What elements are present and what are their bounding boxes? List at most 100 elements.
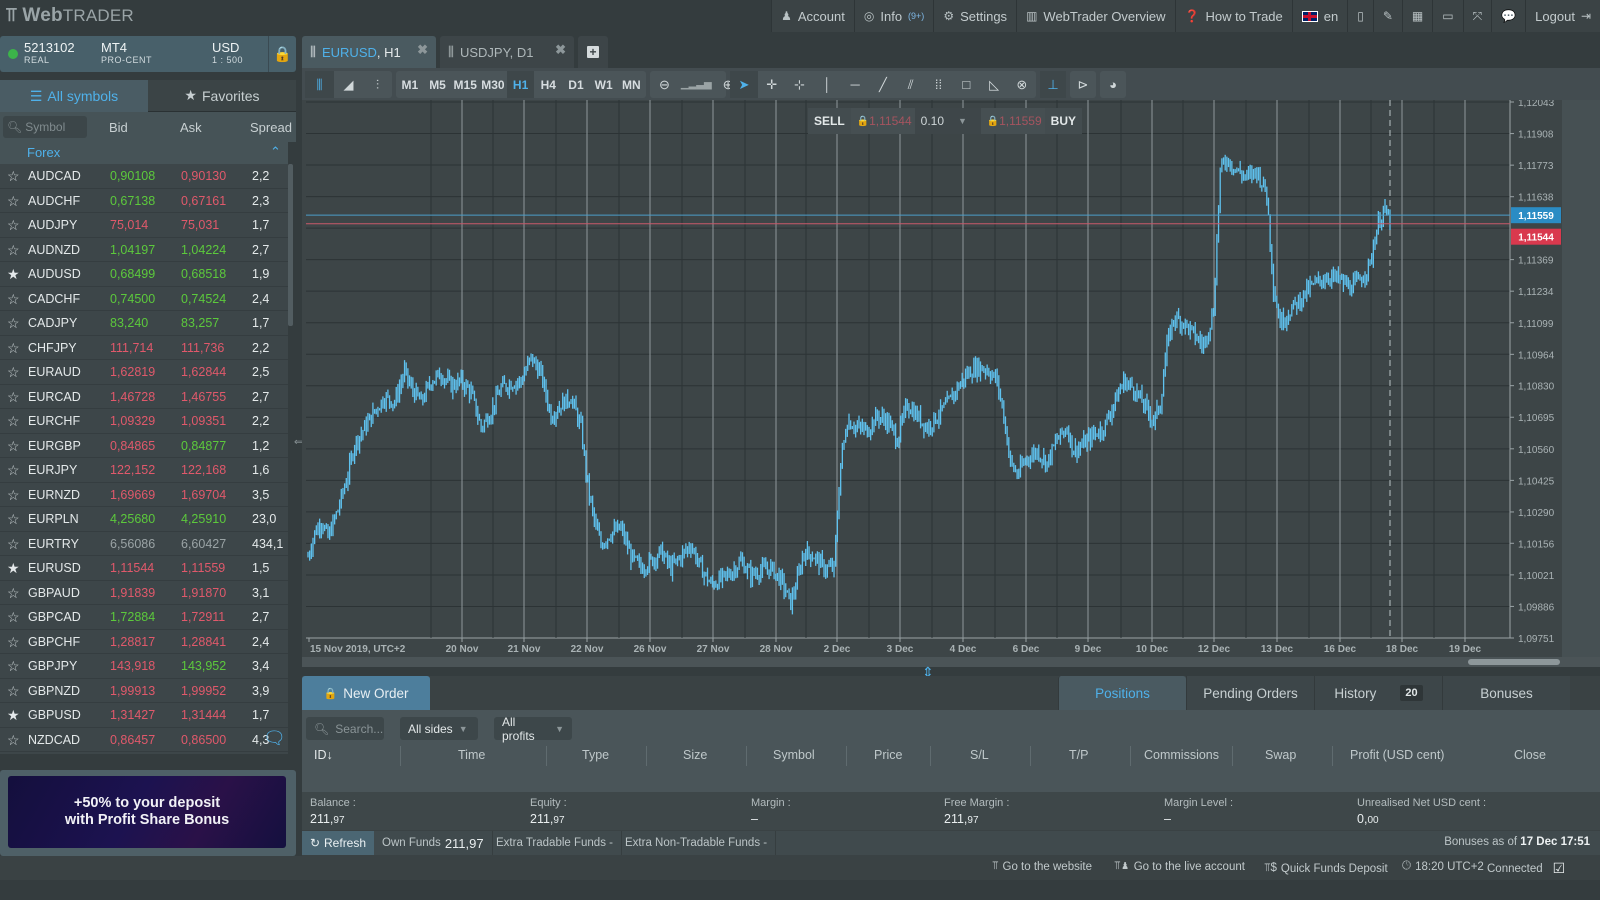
profits-filter-select[interactable]: All profits ▼ <box>494 715 572 743</box>
symbol-row[interactable]: ☆ EURJPY 122,152 122,168 1,6 <box>0 458 288 483</box>
symbol-row[interactable]: ☆ AUDCHF 0,67138 0,67161 2,3 <box>0 189 288 213</box>
symbol-row[interactable]: ☆ EURCHF 1,09329 1,09351 2,2 <box>0 409 288 434</box>
column-id[interactable]: ID↓ <box>314 748 333 766</box>
tab-history[interactable]: History 20 <box>1314 676 1442 710</box>
delete-drawings-icon[interactable]: ⊗ <box>1008 71 1036 98</box>
star-outline-icon[interactable]: ☆ <box>7 340 20 357</box>
indicators-icon[interactable]: ◕ <box>1100 71 1126 98</box>
menu-chat[interactable]: 💬 <box>1491 0 1525 32</box>
go-to-live-account-link[interactable]: ⫪♟ Go to the live account <box>1114 860 1245 873</box>
symbol-list-scrollbar[interactable] <box>288 164 293 326</box>
triangle-icon[interactable]: ◺ <box>980 71 1008 98</box>
symbol-row[interactable]: ☆ EURGBP 0,84865 0,84877 1,2 <box>0 434 288 458</box>
symbol-row[interactable]: ☆ AUDCAD 0,90108 0,90130 2,2 <box>0 164 288 189</box>
column-commissions[interactable]: Commissions <box>1144 748 1219 766</box>
chat-bubbles-icon[interactable]: 🗨 <box>263 728 286 749</box>
symbol-row[interactable]: ☆ CADCHF 0,74500 0,74524 2,4 <box>0 287 288 311</box>
tab-bonuses[interactable]: Bonuses <box>1442 676 1570 710</box>
symbol-row[interactable]: ☆ GBPJPY 143,918 143,952 3,4 <box>0 654 288 679</box>
quick-funds-deposit-link[interactable]: ⫪$ Quick Funds Deposit <box>1264 862 1388 875</box>
chart-tab-usdjpy[interactable]: ⫼ USDJPY, D1 ✖ <box>440 36 574 68</box>
symbol-row[interactable]: ☆ CHFJPY 111,714 111,736 2,2 <box>0 336 288 360</box>
crosshair-icon[interactable]: ✛ <box>758 71 786 98</box>
symbol-row[interactable]: ★ GBPUSD 1,31427 1,31444 1,7 <box>0 703 288 728</box>
group-forex[interactable]: Forex ⌃ <box>0 142 288 164</box>
symbol-row[interactable]: ☆ EURAUD 1,62819 1,62844 2,5 <box>0 360 288 385</box>
menu-logout[interactable]: Logout ⇥ <box>1525 0 1600 32</box>
star-outline-icon[interactable]: ☆ <box>7 315 20 332</box>
timeframe-m15[interactable]: M15 <box>451 71 479 98</box>
symbol-row[interactable]: ☆ EURTRY 6,56086 6,60427 434,1 <box>0 532 288 556</box>
column-t-p[interactable]: T/P <box>1069 748 1088 766</box>
menu-user[interactable]: ♟ Account <box>771 0 854 32</box>
rectangle-icon[interactable]: □ <box>952 71 980 98</box>
close-tab-icon[interactable]: ✖ <box>417 42 428 58</box>
tab-positions[interactable]: Positions <box>1058 676 1186 710</box>
area-icon[interactable]: ◢ <box>334 71 363 98</box>
star-outline-icon[interactable]: ☆ <box>7 193 20 210</box>
column-type[interactable]: Type <box>582 748 609 766</box>
symbol-row[interactable]: ☆ NZDCAD 0,86457 0,86500 4,3 <box>0 728 288 752</box>
star-outline-icon[interactable]: ☆ <box>7 291 20 308</box>
column-time[interactable]: Time <box>458 748 485 766</box>
price-chart-svg[interactable]: 1,12043 1,11908 1,11773 1,11638 1,11369 1,112… <box>302 100 1600 660</box>
trend-line-icon[interactable]: ╱ <box>869 71 897 98</box>
column-symbol[interactable]: Symbol <box>773 748 815 766</box>
star-outline-icon[interactable]: ☆ <box>7 413 20 430</box>
star-outline-icon[interactable]: ☆ <box>7 364 20 381</box>
chart-horizontal-scrollbar[interactable] <box>302 657 1600 667</box>
menu-mobile[interactable]: ▯ <box>1347 0 1373 32</box>
timeframe-h4[interactable]: H4 <box>534 71 562 98</box>
menu-gears[interactable]: ⚙ Settings <box>933 0 1016 32</box>
symbol-row[interactable]: ☆ EURCAD 1,46728 1,46755 2,7 <box>0 385 288 409</box>
column-swap[interactable]: Swap <box>1265 748 1296 766</box>
star-outline-icon[interactable]: ☆ <box>7 462 20 479</box>
menu-lifebuoy[interactable]: ◎ Info (9+) <box>853 0 933 32</box>
buy-button[interactable]: BUY <box>1044 108 1083 134</box>
symbol-row[interactable]: ☆ GBPAUD 1,91839 1,91870 3,1 <box>0 581 288 605</box>
refresh-button[interactable]: ↻ Refresh <box>302 831 374 855</box>
column-ask[interactable]: Ask <box>180 120 202 135</box>
star-outline-icon[interactable]: ☆ <box>7 168 20 185</box>
star-outline-icon[interactable]: ☆ <box>7 487 20 504</box>
symbol-row[interactable]: ☆ EURPLN 4,25680 4,25910 23,0 <box>0 507 288 532</box>
menu-book[interactable]: ▥ WebTrader Overview <box>1016 0 1174 32</box>
star-outline-icon[interactable]: ☆ <box>7 658 20 675</box>
sell-button[interactable]: SELL <box>808 108 851 134</box>
symbol-row[interactable]: ☆ EURNZD 1,69669 1,69704 3,5 <box>0 483 288 507</box>
menu-window[interactable]: ▭ <box>1432 0 1462 32</box>
tab-favorites[interactable]: ★ Favorites <box>148 80 296 112</box>
bonus-banner[interactable]: +50% to your deposit with Profit Share B… <box>0 770 296 856</box>
symbol-row[interactable]: ★ AUDUSD 0,68499 0,68518 1,9 <box>0 262 288 287</box>
timeframe-m5[interactable]: M5 <box>424 71 452 98</box>
star-outline-icon[interactable]: ☆ <box>7 511 20 528</box>
account-selector[interactable]: 5213102 REAL MT4 PRO-CENT USD 1 : 500 🔒 <box>0 36 296 72</box>
timeframe-m1[interactable]: M1 <box>396 71 424 98</box>
vertical-line-icon[interactable]: │ <box>813 71 841 98</box>
star-outline-icon[interactable]: ☆ <box>7 389 20 406</box>
star-outline-icon[interactable]: ☆ <box>7 536 20 553</box>
star-outline-icon[interactable]: ☆ <box>7 732 20 749</box>
sides-filter-select[interactable]: All sides ▼ <box>400 717 478 740</box>
chart-scroll-thumb[interactable] <box>1468 659 1560 665</box>
star-outline-icon[interactable]: ☆ <box>7 585 20 602</box>
chart-tab-eurusd[interactable]: ⫼ EURUSD, H1 ✖ <box>302 36 436 68</box>
star-filled-icon[interactable]: ★ <box>7 707 20 724</box>
column-close[interactable]: Close <box>1514 748 1546 766</box>
column-spread[interactable]: Spread <box>250 120 292 135</box>
ohlc-icon[interactable]: ⫶ <box>363 71 392 98</box>
tab-all-symbols[interactable]: ☰ All symbols <box>0 80 148 112</box>
symbol-row[interactable]: ★ EURUSD 1,11544 1,11559 1,5 <box>0 556 288 581</box>
timeframe-w1[interactable]: W1 <box>590 71 618 98</box>
menu-question[interactable]: ❓ How to Trade <box>1174 0 1292 32</box>
timeframe-mn[interactable]: MN <box>618 71 646 98</box>
star-outline-icon[interactable]: ☆ <box>7 683 20 700</box>
tab-pending-orders[interactable]: Pending Orders <box>1186 676 1314 710</box>
star-filled-icon[interactable]: ★ <box>7 266 20 283</box>
menu-uk-flag[interactable]: en <box>1291 0 1347 32</box>
panel-splitter-handle[interactable]: ⟺ <box>294 437 308 453</box>
symbol-row[interactable]: ☆ GBPNZD 1,99913 1,99952 3,9 <box>0 679 288 703</box>
star-outline-icon[interactable]: ☆ <box>7 217 20 234</box>
column-price[interactable]: Price <box>874 748 902 766</box>
star-outline-icon[interactable]: ☆ <box>7 242 20 259</box>
